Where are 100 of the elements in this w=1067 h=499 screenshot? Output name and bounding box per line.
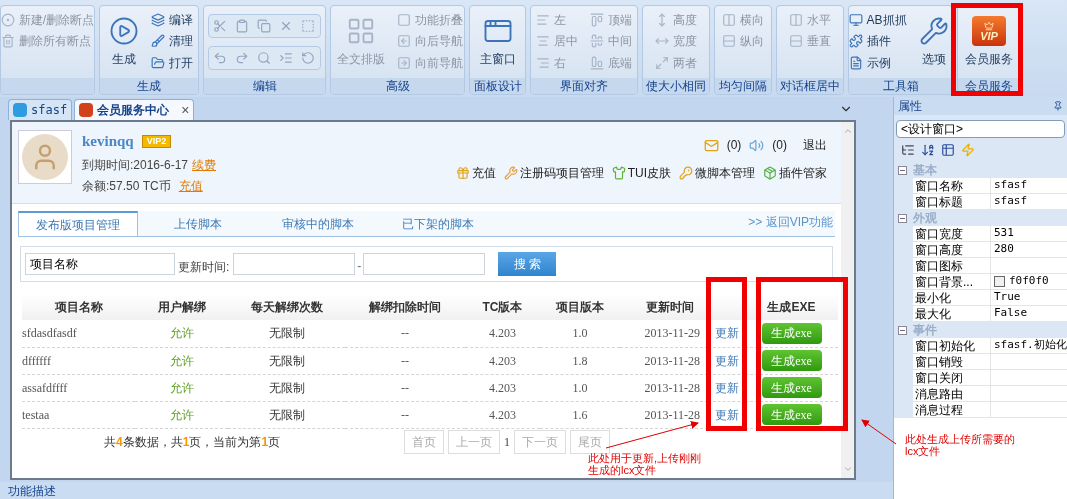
property-value[interactable]: sfasf — [994, 193, 1028, 210]
property-value[interactable]: True — [994, 289, 1021, 306]
table-cell: 1.6 — [572, 407, 588, 422]
property-value[interactable]: sfasf — [994, 177, 1028, 194]
property-pages-icon[interactable] — [941, 143, 955, 157]
vip-icon: VIP — [972, 16, 1006, 46]
property-name: 最小化 — [915, 289, 951, 307]
panel-title: 功能描述 — [8, 483, 56, 498]
notice-count: (0) — [772, 137, 787, 154]
tab[interactable]: 已下架的脚本 — [378, 211, 498, 236]
service-link[interactable]: 注册码项目管理 — [503, 164, 604, 182]
gift-icon — [455, 166, 470, 180]
table-cell: 1.0 — [572, 326, 588, 341]
collapse-toggle[interactable] — [898, 213, 907, 223]
table-cell: 4.203 — [489, 326, 516, 341]
property-value[interactable]: 531 — [994, 225, 1014, 242]
monitor-icon — [849, 13, 863, 27]
shirt-icon — [611, 166, 626, 180]
search-button[interactable]: 搜 索 — [498, 252, 557, 276]
ribbon-button[interactable]: AB抓抓 — [849, 10, 907, 30]
close-tab-button[interactable]: × — [181, 99, 190, 121]
renew-link[interactable]: 续费 — [192, 155, 217, 174]
balance: 余额:57.50 TC币 — [82, 177, 171, 195]
clipboard-icon — [235, 19, 249, 33]
table-cell: 2013-11-29 — [644, 326, 700, 341]
mail-icon[interactable] — [703, 137, 719, 153]
logout-link[interactable]: 退出 — [803, 136, 827, 154]
category-label: 基本 — [913, 162, 937, 179]
wrench-icon — [503, 166, 518, 180]
generate-exe-button[interactable]: 生成exe — [761, 404, 822, 425]
update-link[interactable]: 更新 — [714, 380, 739, 395]
service-link[interactable]: 充值 — [455, 164, 496, 182]
tab[interactable]: 上传脚本 — [138, 211, 258, 236]
table-cell: -- — [401, 380, 409, 395]
generate-exe-button[interactable]: 生成exe — [761, 350, 822, 371]
generate-exe-button[interactable]: 生成exe — [761, 322, 822, 344]
generate-exe-button[interactable]: 生成exe — [761, 377, 822, 398]
scroll-up-icon[interactable] — [842, 126, 853, 136]
speaker-icon[interactable] — [749, 137, 765, 153]
property-name: 窗口关闭 — [915, 369, 963, 387]
ribbon-button[interactable]: 生成 — [105, 6, 143, 78]
property-value[interactable]: False — [994, 305, 1028, 322]
table-cell: 无限制 — [268, 407, 305, 422]
service-link[interactable]: TUI皮肤 — [611, 164, 671, 182]
document-tab[interactable]: sfasf — [8, 99, 73, 120]
property-name: 窗口销毁 — [915, 353, 963, 371]
table-cell: 1.0 — [572, 380, 588, 395]
categorized-icon[interactable] — [901, 143, 915, 157]
table-cell: 无限制 — [268, 326, 305, 341]
name-input-field[interactable]: 项目名称 — [25, 253, 175, 275]
ribbon-button[interactable]: 打开 — [151, 52, 193, 73]
table-cell: 4.203 — [489, 380, 516, 395]
property-value[interactable]: 280 — [994, 241, 1014, 258]
undo-icon — [213, 51, 227, 65]
tab[interactable]: 发布版项目管理 — [18, 211, 138, 236]
align-center-icon — [536, 34, 550, 49]
property-value[interactable]: sfasf.初始化 — [994, 337, 1067, 354]
start-date-field[interactable] — [233, 253, 356, 275]
group-label: 工具箱 — [882, 80, 919, 92]
sort-icon[interactable] — [921, 143, 935, 157]
document-icon — [849, 55, 863, 70]
table-cell: 允许 — [169, 407, 194, 422]
pin-icon[interactable] — [1053, 101, 1063, 111]
property-name: 窗口图标 — [915, 257, 963, 275]
redo-icon — [235, 51, 249, 65]
service-link[interactable]: 插件管家 — [763, 164, 827, 182]
ribbon-button[interactable]: 示例 — [849, 52, 907, 73]
ribbon-button[interactable]: 编译 — [151, 10, 193, 30]
update-link[interactable]: 更新 — [714, 407, 739, 422]
ribbon-button[interactable]: VIP 会员服务 — [961, 6, 1017, 78]
property-value[interactable]: f0f0f0 — [1009, 273, 1049, 290]
ribbon-button[interactable]: 主窗口 — [475, 6, 520, 78]
back-link[interactable]: >> 返回VIP功能 — [748, 213, 833, 231]
property-gutter — [894, 258, 913, 273]
key-icon — [679, 166, 693, 180]
trash-icon — [1, 34, 15, 49]
columns-icon — [722, 13, 736, 27]
collapse-toggle[interactable] — [898, 325, 907, 335]
property-name: 窗口高度 — [915, 241, 963, 259]
update-link[interactable]: 更新 — [714, 326, 739, 341]
ribbon-button[interactable]: 清理 — [151, 31, 193, 52]
tab[interactable]: 审核中的脚本 — [258, 211, 378, 236]
ribbon-button[interactable]: 选项 — [914, 6, 952, 78]
scroll-down-icon[interactable] — [842, 464, 853, 474]
brush-icon — [151, 34, 165, 49]
align-right-icon — [536, 55, 550, 70]
group-label: 界面对齐 — [560, 80, 608, 92]
collapse-toggle[interactable] — [898, 165, 907, 175]
scissors-icon — [213, 19, 227, 33]
recharge-link[interactable]: 充值 — [178, 176, 203, 195]
document-tab[interactable]: 会员服务中心 × — [74, 99, 195, 120]
align-left-icon — [536, 13, 550, 27]
object-dropdown[interactable]: <设计窗口> — [896, 120, 1065, 138]
table-cell: 允许 — [169, 326, 194, 341]
update-link[interactable]: 更新 — [714, 353, 739, 368]
events-icon[interactable] — [961, 143, 975, 157]
service-link[interactable]: 微脚本管理 — [679, 164, 755, 182]
end-date-field[interactable] — [363, 253, 486, 275]
ribbon-button[interactable]: 插件 — [849, 31, 907, 52]
table-cell: 1.8 — [572, 353, 588, 368]
